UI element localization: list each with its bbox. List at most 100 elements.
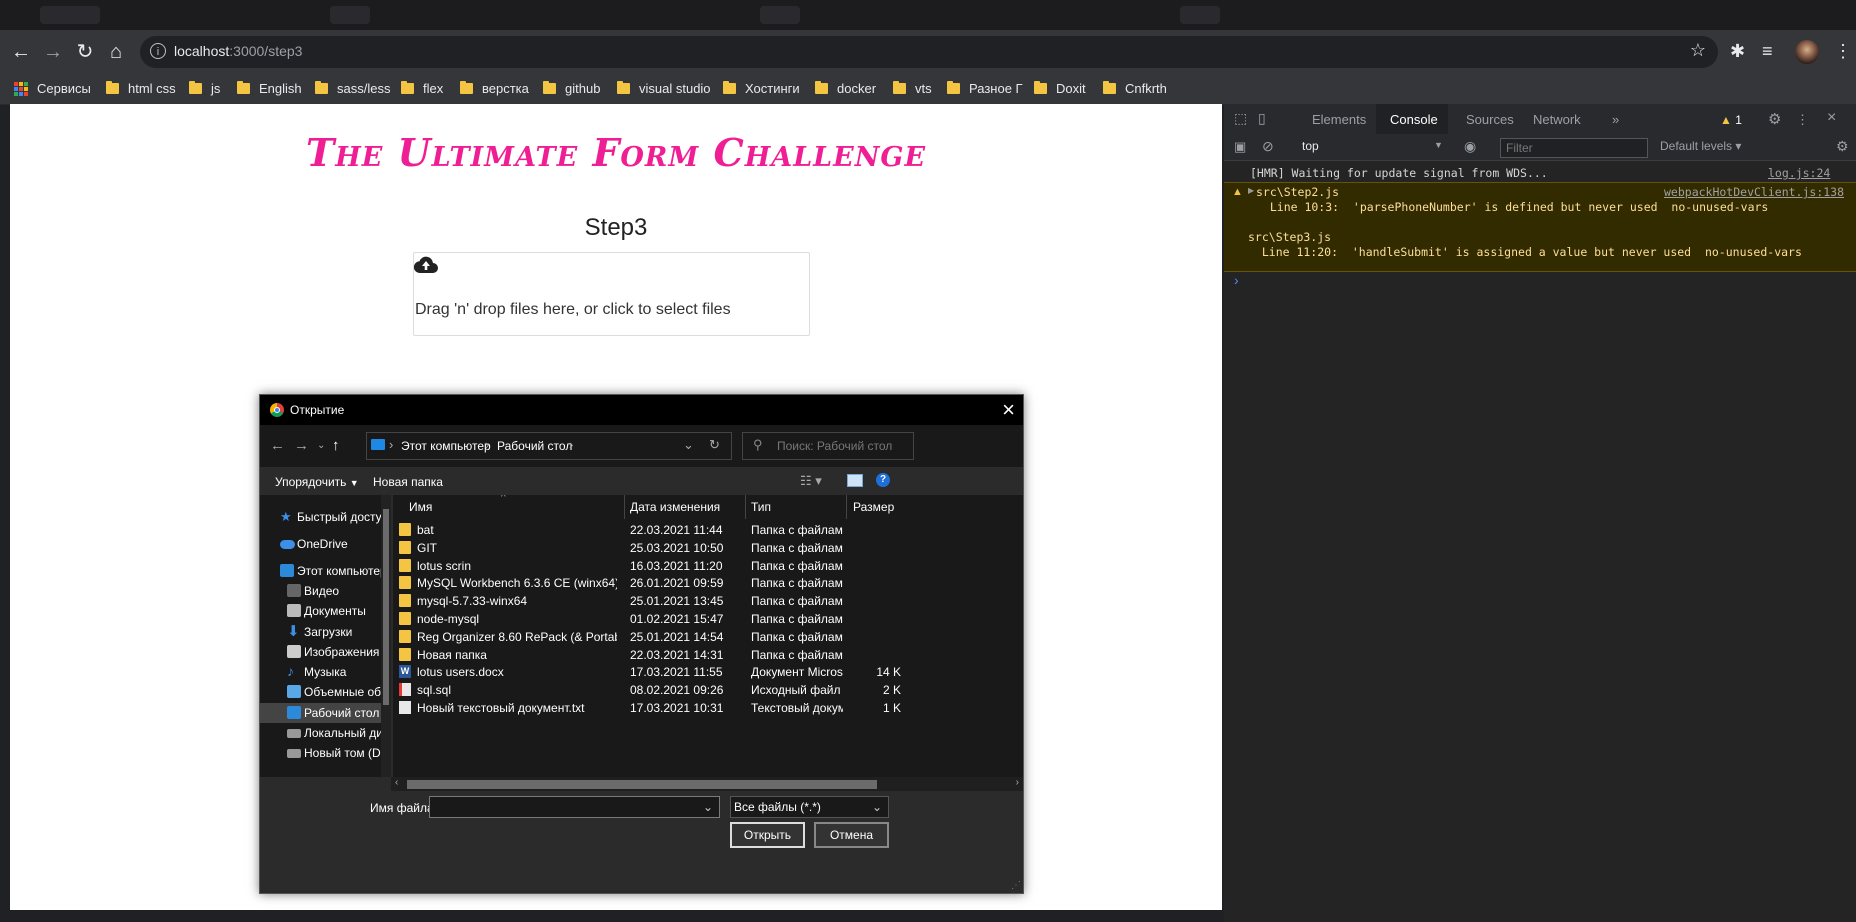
reading-list-icon[interactable]: ≡ [1762,41,1773,62]
bookmark-folder[interactable]: visual studio [617,81,711,96]
console-filter-input[interactable]: Filter [1500,138,1648,158]
view-options-icon[interactable]: ☷ ▾ [800,473,822,489]
warning-counter[interactable]: ▲ 1 [1720,113,1742,127]
path-breadcrumb[interactable]: › Этот компьютер › Рабочий стол › ⌄ ↻ [366,432,732,460]
help-icon[interactable]: ? [876,473,890,487]
warning-source-link[interactable]: webpackHotDevClient.js:138 [1664,185,1844,199]
settings-gear-icon[interactable]: ⚙ [1768,110,1781,128]
nav-item-quick-access[interactable]: ★ Быстрый доступ [260,507,391,527]
info-icon[interactable]: i [150,43,166,59]
chevron-down-icon[interactable]: ⌄ [703,800,713,814]
nav-item-onedrive[interactable]: OneDrive [260,534,391,554]
log-source-link[interactable]: log.js:24 [1768,166,1830,180]
nav-item-3d-objects[interactable]: Объемные объ [260,682,391,702]
tab-network[interactable]: Network [1533,112,1581,127]
breadcrumb-item[interactable]: Этот компьютер [401,439,491,453]
breadcrumb-item[interactable]: Рабочий стол [497,439,572,453]
column-name-header[interactable]: Имя [409,495,432,519]
tab-console[interactable]: Console [1390,112,1438,127]
nav-item-video[interactable]: Видео [260,581,391,601]
tab-elements[interactable]: Elements [1312,112,1366,127]
console-prompt-icon[interactable]: › [1234,272,1239,288]
tab-blur[interactable] [760,6,800,24]
bookmark-folder[interactable]: Разное Г [947,81,1023,96]
bookmark-folder[interactable]: Cnfkrth [1103,81,1167,96]
url-text[interactable]: localhost:3000/step3 [174,43,302,59]
expand-arrow-icon[interactable]: ▶ [1248,186,1254,195]
search-input[interactable]: ⚲ Поиск: Рабочий стол [742,432,914,460]
column-divider[interactable] [624,495,625,519]
avatar[interactable] [1795,40,1819,64]
nav-item-local-disk[interactable]: Локальный дис [260,723,391,743]
bookmark-folder[interactable]: docker [815,81,876,96]
bookmark-folder[interactable]: js [189,81,220,96]
cancel-button[interactable]: Отмена [814,822,889,848]
nav-item-downloads[interactable]: ⬇ Загрузки [260,622,391,642]
sidebar-toggle-icon[interactable]: ▣ [1234,139,1246,155]
tab-blur[interactable] [1180,6,1220,24]
nav-item-this-pc[interactable]: Этот компьютер [260,561,391,581]
preview-pane-icon[interactable] [847,474,863,487]
open-button[interactable]: Открыть [730,822,805,848]
reload-icon[interactable]: ↻ [73,40,97,64]
nav-item-images[interactable]: Изображения [260,642,391,662]
bookmark-folder[interactable]: github [543,81,600,96]
up-arrow-icon[interactable]: ↑ [332,437,340,454]
horizontal-scrollbar[interactable]: ‹ › [391,777,1023,791]
filetype-select[interactable]: Все файлы (*.*) ⌄ [730,796,889,818]
bookmark-folder[interactable]: sass/less [315,81,390,96]
extensions-icon[interactable]: ✱ [1730,41,1745,62]
forward-icon[interactable]: → [294,437,309,454]
tab-sources[interactable]: Sources [1466,112,1514,127]
home-icon[interactable]: ⌂ [104,40,128,64]
scrollbar-thumb[interactable] [407,780,877,789]
eye-icon[interactable]: ◉ [1464,138,1476,155]
nav-scrollbar[interactable] [381,495,391,777]
bookmark-folder[interactable]: Хостинги [723,81,800,96]
bookmark-apps[interactable]: Сервисы [14,81,91,96]
back-icon[interactable]: ← [9,40,33,64]
close-icon[interactable]: × [1002,397,1015,423]
organize-button[interactable]: Упорядочить ▼ [275,475,359,489]
column-divider[interactable] [846,495,847,519]
refresh-icon[interactable]: ↻ [709,437,720,453]
resize-grip-icon[interactable]: ⋰ [1011,880,1021,891]
chevron-down-icon[interactable]: ⌄ [683,437,694,453]
tab-blur[interactable] [330,6,370,24]
column-divider[interactable] [745,495,746,519]
chevron-down-icon[interactable]: ⌄ [317,440,325,451]
bookmark-folder[interactable]: English [237,81,302,96]
nav-item-documents[interactable]: Документы [260,601,391,621]
inspect-element-icon[interactable]: ⬚ [1234,110,1247,127]
log-levels-select[interactable]: Default levels ▾ [1660,139,1741,153]
bookmark-folder[interactable]: верстка [460,81,529,96]
context-select[interactable]: top [1302,139,1319,153]
filename-input[interactable]: ⌄ [429,796,720,818]
new-folder-button[interactable]: Новая папка [373,475,443,489]
device-toolbar-icon[interactable]: ▯ [1258,110,1266,127]
nav-item-volume-d[interactable]: Новый том (D:) [260,743,391,763]
column-date-header[interactable]: Дата изменения [630,495,720,519]
bookmark-star-icon[interactable]: ☆ [1690,40,1706,61]
clear-console-icon[interactable]: ⊘ [1262,138,1274,155]
more-tabs-icon[interactable]: » [1612,112,1619,127]
scrollbar-thumb[interactable] [383,509,389,705]
nav-item-desktop[interactable]: Рабочий стол [260,703,391,723]
bookmark-folder[interactable]: vts [893,81,932,96]
file-row[interactable]: Новый текстовый документ.txt 17.03.2021 1… [393,698,1023,719]
menu-icon[interactable]: ⋮ [1834,41,1852,62]
chevron-down-icon[interactable]: ▼ [1434,140,1443,150]
scroll-left-icon[interactable]: ‹ [395,777,398,788]
chevron-down-icon[interactable]: ⌄ [872,800,882,814]
nav-item-music[interactable]: ♪ Музыка [260,662,391,682]
bookmark-folder[interactable]: Doxit [1034,81,1086,96]
kebab-menu-icon[interactable]: ⋮ [1796,112,1809,128]
bookmark-folder[interactable]: html css [106,81,176,96]
file-dropzone[interactable]: Drag 'n' drop files here, or click to se… [413,252,810,336]
back-icon[interactable]: ← [270,437,285,454]
settings-gear-icon[interactable]: ⚙ [1836,138,1849,155]
address-bar[interactable]: i localhost:3000/step3 ☆ [140,36,1718,68]
close-icon[interactable]: × [1827,109,1836,127]
tab-blur[interactable] [40,6,100,24]
column-size-header[interactable]: Размер [853,495,894,519]
